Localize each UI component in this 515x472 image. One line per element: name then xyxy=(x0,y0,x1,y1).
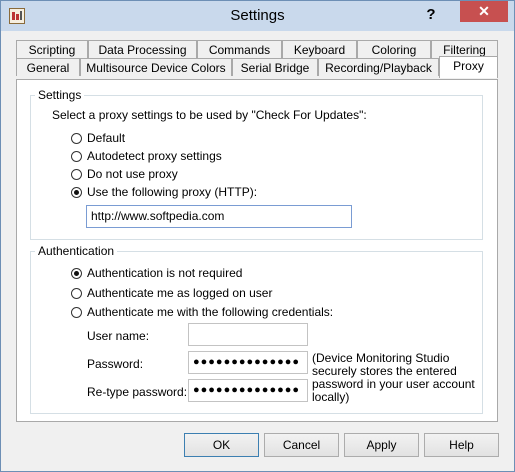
proxy-prompt: Select a proxy settings to be used by "C… xyxy=(52,108,367,122)
radio-default-label: Default xyxy=(87,131,126,145)
radio-use-proxy-circle[interactable] xyxy=(71,186,82,198)
tab-keyboard[interactable]: Keyboard xyxy=(282,40,357,58)
close-button[interactable]: ✕ xyxy=(460,1,508,22)
cancel-button[interactable]: Cancel xyxy=(264,433,339,457)
radio-autodetect[interactable]: Autodetect proxy settings xyxy=(71,149,222,163)
radio-auth-not-required-label: Authentication is not required xyxy=(87,266,243,280)
proxy-url-input[interactable]: http://www.softpedia.com xyxy=(86,205,352,228)
title-help-button[interactable]: ? xyxy=(418,4,444,26)
username-label: User name: xyxy=(87,329,150,343)
radio-auth-logged-on-user-circle[interactable] xyxy=(71,287,82,299)
tab-recording-playback[interactable]: Recording/Playback xyxy=(318,58,439,76)
help-button[interactable]: Help xyxy=(424,433,499,457)
username-input[interactable] xyxy=(188,323,308,346)
radio-default-circle[interactable] xyxy=(71,132,82,144)
radio-auth-logged-on-user[interactable]: Authenticate me as logged on user xyxy=(71,286,272,300)
radio-autodetect-label: Autodetect proxy settings xyxy=(87,149,222,163)
retype-password-label: Re-type password: xyxy=(87,385,188,399)
radio-no-proxy-label: Do not use proxy xyxy=(87,167,178,181)
tab-commands[interactable]: Commands xyxy=(197,40,282,58)
radio-use-proxy-label: Use the following proxy (HTTP): xyxy=(87,185,258,199)
password-input[interactable]: ●●●●●●●●●●●●●● xyxy=(188,351,308,374)
radio-autodetect-circle[interactable] xyxy=(71,150,82,162)
password-storage-note: (Device Monitoring Studio securely store… xyxy=(312,351,475,404)
radio-default[interactable]: Default xyxy=(71,131,125,145)
tab-multisource-device-colors[interactable]: Multisource Device Colors xyxy=(80,58,232,76)
radio-auth-not-required[interactable]: Authentication is not required xyxy=(71,266,242,280)
tab-serial-bridge[interactable]: Serial Bridge xyxy=(232,58,318,76)
tab-coloring[interactable]: Coloring xyxy=(357,40,431,58)
tab-scripting[interactable]: Scripting xyxy=(16,40,88,58)
apply-button[interactable]: Apply xyxy=(344,433,419,457)
ok-button[interactable]: OK xyxy=(184,433,259,457)
title-bar[interactable]: Settings ? ✕ xyxy=(1,1,514,31)
retype-password-input[interactable]: ●●●●●●●●●●●●●● xyxy=(188,379,308,402)
radio-auth-credentials[interactable]: Authenticate me with the following crede… xyxy=(71,305,333,319)
radio-auth-logged-on-user-label: Authenticate me as logged on user xyxy=(87,286,273,300)
authentication-legend: Authentication xyxy=(35,244,118,258)
radio-auth-credentials-label: Authenticate me with the following crede… xyxy=(87,305,334,319)
tab-proxy[interactable]: Proxy xyxy=(439,56,498,78)
radio-no-proxy[interactable]: Do not use proxy xyxy=(71,167,178,181)
tab-data-processing[interactable]: Data Processing xyxy=(88,40,197,58)
radio-no-proxy-circle[interactable] xyxy=(71,168,82,180)
radio-auth-credentials-circle[interactable] xyxy=(71,306,82,318)
settings-legend: Settings xyxy=(35,88,85,102)
password-label: Password: xyxy=(87,357,144,371)
radio-use-proxy[interactable]: Use the following proxy (HTTP): xyxy=(71,185,257,199)
tab-general[interactable]: General xyxy=(16,58,80,76)
radio-auth-not-required-circle[interactable] xyxy=(71,267,82,279)
